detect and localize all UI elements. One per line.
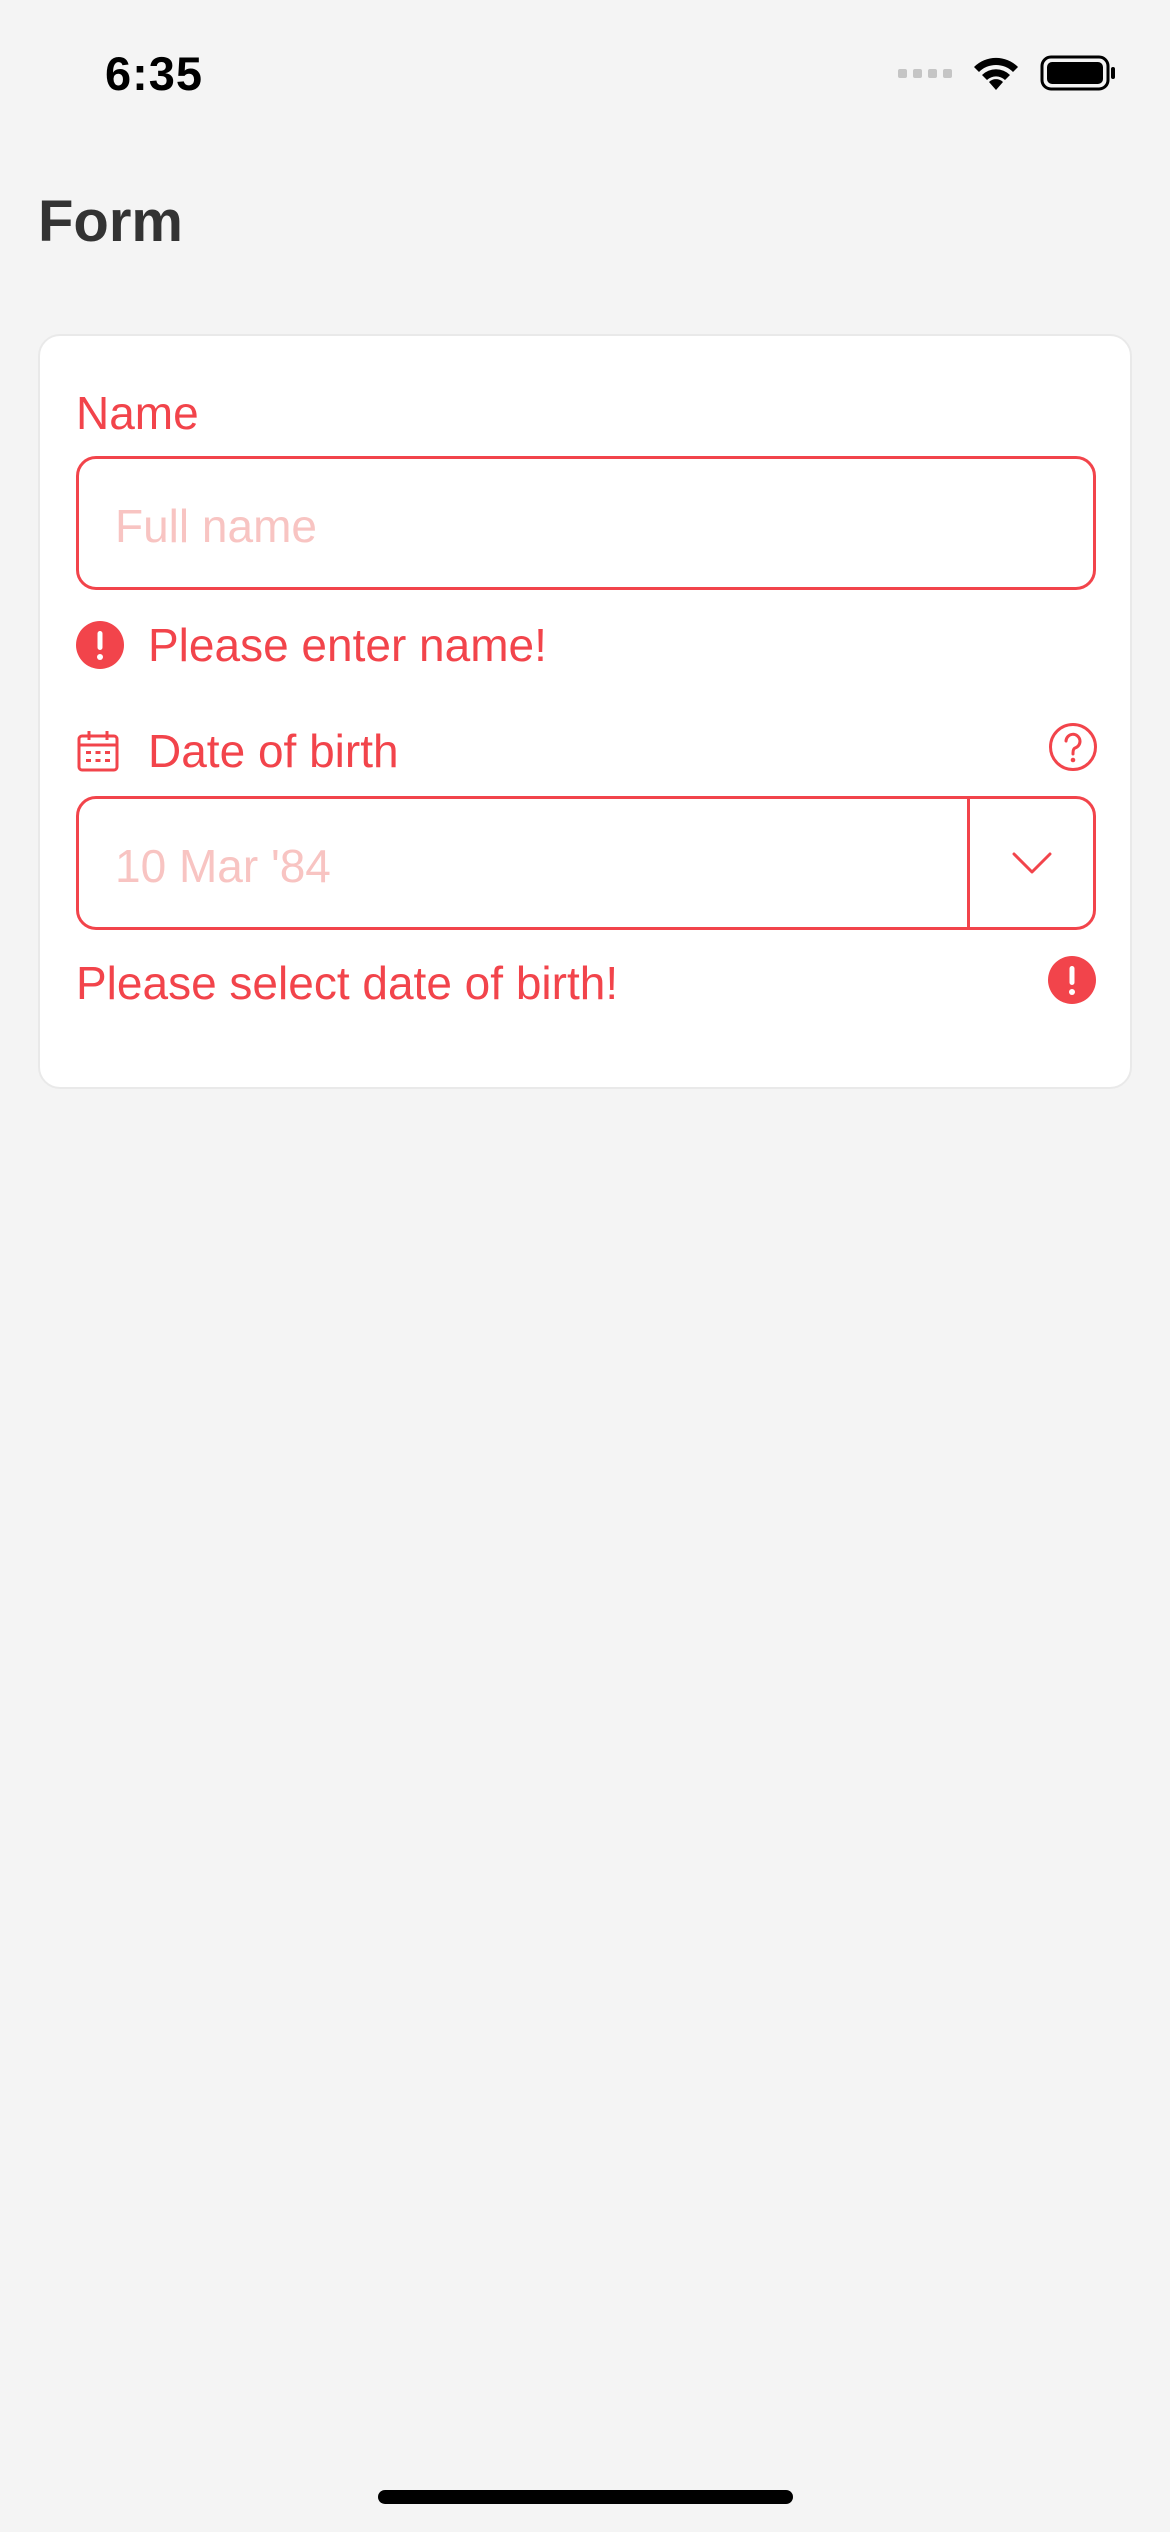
name-error-text: Please enter name! [148, 619, 547, 671]
name-label: Name [76, 387, 199, 439]
dob-label-row: Date of birth [76, 724, 399, 778]
question-circle-icon[interactable] [1048, 722, 1098, 772]
form-card: Name Full name Please enter name! Date o… [38, 334, 1132, 1089]
page-title: Form [38, 189, 183, 254]
dob-error: Please select date of birth! [76, 956, 618, 1010]
home-indicator [378, 2490, 793, 2504]
name-input[interactable]: Full name [76, 456, 1096, 590]
name-input-placeholder: Full name [115, 500, 317, 552]
name-error: Please enter name! [76, 618, 547, 672]
battery-icon [1040, 55, 1115, 91]
exclamation-circle-icon [76, 621, 124, 669]
cellular-signal-icon [898, 68, 952, 78]
dob-select-placeholder: 10 Mar '84 [115, 840, 331, 892]
status-bar: 6:35 [0, 0, 1170, 150]
dob-select[interactable]: 10 Mar '84 [76, 796, 1096, 930]
status-time: 6:35 [105, 47, 204, 100]
dob-dropdown-button[interactable] [970, 799, 1093, 927]
exclamation-circle-icon [1048, 956, 1096, 1004]
status-icons [898, 54, 1116, 92]
calendar-icon [77, 731, 119, 772]
screen: 6:35 Form Name Full name Please enter na… [0, 0, 1170, 2532]
wifi-icon [974, 57, 1018, 90]
chevron-down-icon [1012, 852, 1051, 874]
dob-label: Date of birth [148, 725, 399, 777]
dob-error-text: Please select date of birth! [76, 957, 619, 1009]
